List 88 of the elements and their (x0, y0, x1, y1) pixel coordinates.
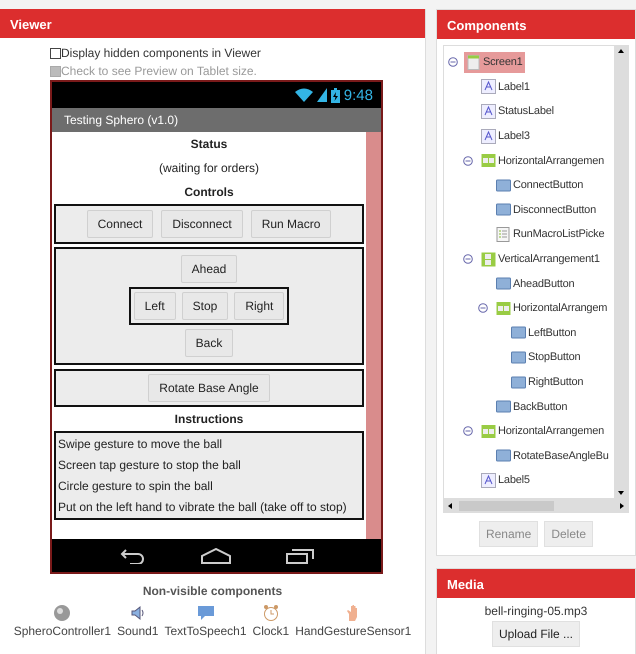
rotate-button[interactable]: Rotate Base Angle (148, 374, 270, 402)
sphere-icon (54, 605, 70, 621)
status-text: (waiting for orders) (158, 160, 260, 177)
tree-item[interactable]: RotateBaseAngleBu (494, 445, 611, 466)
tree-item[interactable]: Label1 (479, 76, 532, 98)
checkbox-label: Display hidden components in Viewer (61, 46, 261, 60)
tree-item[interactable]: BackButton (494, 396, 570, 418)
component-label: HandGestureSensor1 (295, 624, 412, 638)
tree-item[interactable]: StopButton (509, 346, 582, 368)
button-icon (496, 399, 511, 414)
instruction-text: Screen tap gesture to stop the ball (58, 458, 242, 472)
tree-item[interactable]: RightButton (509, 372, 586, 393)
tree-item[interactable]: StatusLabel (479, 100, 556, 122)
button-icon (496, 448, 511, 464)
screen-icon (466, 54, 481, 70)
tree-item[interactable]: VerticalArrangement1 (479, 248, 602, 270)
label-icon (481, 79, 496, 94)
hand-icon (347, 605, 358, 621)
panel-header: Components (437, 10, 635, 39)
recent-apps-icon[interactable] (286, 548, 314, 564)
component-label: SpheroController1 (14, 624, 112, 638)
clock-icon (264, 605, 278, 621)
direction-button[interactable]: Stop (182, 292, 228, 320)
layout-icon (481, 252, 496, 267)
tree-item[interactable]: DisconnectButton (494, 199, 598, 220)
vertical-scrollbar[interactable] (614, 46, 628, 498)
horizontal-scrollbar[interactable] (443, 499, 629, 513)
button-icon (511, 350, 526, 365)
instructions-heading: Instructions (174, 411, 244, 428)
home-icon[interactable] (200, 548, 230, 564)
instruction-text: Circle gesture to spin the ball (58, 479, 214, 493)
control-button[interactable]: Disconnect (161, 210, 243, 238)
layout-icon (481, 424, 496, 439)
section-title: Non-visible components (142, 584, 284, 598)
tree-item[interactable]: Screen1 (464, 52, 525, 73)
collapse-icon[interactable] (448, 57, 458, 68)
layout-icon (481, 153, 496, 168)
tree-item[interactable]: RunMacroListPicke (494, 224, 606, 245)
panel-header: Viewer (0, 9, 425, 38)
collapse-icon[interactable] (463, 254, 473, 264)
controls-heading: Controls (184, 184, 234, 201)
status-heading: Status (190, 136, 228, 153)
tree-item[interactable]: LeftButton (509, 322, 578, 344)
signal-icon (316, 88, 327, 102)
control-button[interactable]: Connect (86, 210, 154, 238)
direction-button[interactable]: Right (234, 292, 284, 320)
tree-item[interactable]: ConnectButton (494, 174, 586, 196)
component-label: TextToSpeech1 (164, 624, 247, 638)
collapse-icon[interactable] (463, 156, 473, 166)
label-icon (481, 104, 496, 119)
ahead-button[interactable]: Ahead (180, 255, 238, 283)
scrollbar[interactable] (366, 132, 381, 539)
component-label: Clock1 (252, 624, 290, 638)
battery-icon (330, 88, 340, 102)
media-file[interactable]: bell-ringing-05.mp3 (484, 598, 588, 621)
tree-item[interactable]: Label3 (479, 126, 532, 147)
button-icon (496, 178, 511, 193)
direction-button[interactable]: Left (134, 292, 176, 320)
button-icon (511, 325, 526, 340)
button-icon (496, 276, 511, 292)
instruction-text: Swipe gesture to move the ball (58, 437, 224, 451)
back-icon[interactable] (120, 548, 146, 564)
component-label: Sound1 (117, 624, 158, 638)
layout-icon (496, 300, 511, 316)
collapse-icon[interactable] (463, 426, 473, 436)
speech-bubble-icon (198, 606, 214, 620)
panel-header: Media (437, 569, 635, 598)
button-icon (496, 202, 511, 218)
wifi-icon (294, 88, 313, 102)
label-icon (481, 472, 496, 488)
clock-time: 9:48 (344, 86, 373, 104)
collapse-icon[interactable] (478, 303, 488, 314)
tree-item[interactable]: HorizontalArrangemen (479, 420, 606, 442)
checkbox[interactable] (50, 48, 61, 58)
tree-item[interactable]: HorizontalArrangem (494, 298, 610, 319)
app-title-bar: Testing Sphero (v1.0) (52, 108, 381, 132)
button-icon (511, 374, 526, 390)
back-button[interactable]: Back (184, 329, 234, 357)
tree-item[interactable]: Label5 (479, 470, 532, 491)
list-icon (496, 226, 511, 242)
control-button[interactable]: Run Macro (250, 210, 332, 238)
upload-button[interactable]: Upload File ... (492, 621, 580, 647)
checkbox-label: Check to see Preview on Tablet size. (61, 64, 257, 78)
tree-item[interactable]: AheadButton (494, 273, 576, 294)
instruction-text: Put on the left hand to vibrate the ball (take off to stop) (58, 500, 348, 514)
tree-item[interactable]: HorizontalArrangemen (479, 150, 606, 172)
label-icon (481, 128, 496, 144)
speaker-icon (131, 606, 144, 620)
